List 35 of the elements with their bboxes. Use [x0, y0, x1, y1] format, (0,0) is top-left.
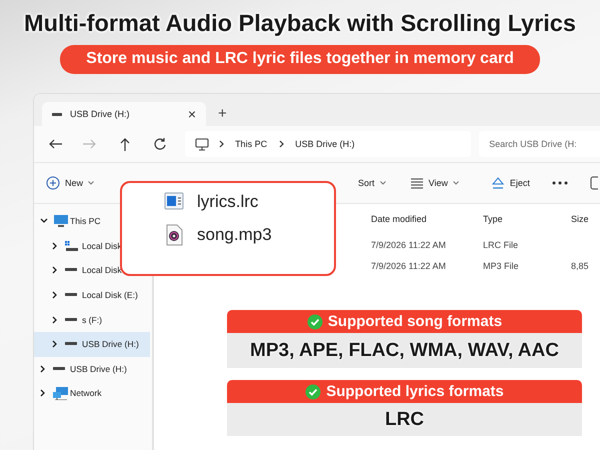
sidebar-item[interactable]: Local Disk (E:)	[34, 282, 140, 308]
sort-button[interactable]: Sort	[352, 174, 392, 192]
sidebar-item[interactable]: USB Drive (H:)	[34, 356, 129, 382]
format-heading: Supported song formats	[328, 313, 502, 330]
close-tab-button[interactable]: ×	[188, 106, 196, 122]
address-bar[interactable]: This PC USB Drive (H:)	[185, 131, 472, 157]
table-cell-text: MP3 File	[483, 260, 520, 270]
breadcrumb[interactable]: This PC	[235, 139, 268, 149]
table-cell-text: LRC File	[483, 240, 520, 250]
breadcrumb[interactable]: USB Drive (H:)	[295, 139, 355, 149]
table-cell-text: 8,85	[571, 260, 590, 270]
sidebar-item[interactable]: This PC	[34, 209, 119, 234]
view-button[interactable]: View	[404, 172, 465, 194]
search-field[interactable]: Search USB Drive (H:	[479, 131, 600, 157]
new-tab-button[interactable]: +	[218, 105, 227, 122]
column-header[interactable]: Type	[483, 214, 571, 224]
sidebar-item[interactable]: Network	[34, 381, 119, 406]
column-header[interactable]: Size	[571, 214, 600, 224]
sidebar-item[interactable]: USB Drive (H:)	[34, 332, 150, 357]
new-button[interactable]: New	[40, 172, 100, 194]
format-list: LRC	[227, 403, 582, 436]
table-cell-text: 7/9/2026 11:22 AM	[371, 260, 447, 270]
sidebar-item[interactable]: s (F:)	[34, 307, 119, 332]
table-cell-text: 7/9/2026 11:22 AM	[371, 240, 447, 250]
sidebar-item[interactable]: Local Disk	[34, 258, 124, 283]
tab[interactable]: USB Drive (H:) ×	[42, 102, 206, 126]
eject-button[interactable]: Eject	[484, 172, 536, 194]
column-header[interactable]: Date modified	[371, 214, 483, 224]
format-heading: Supported lyrics formats	[326, 383, 504, 400]
file-name[interactable]: song.mp3	[197, 225, 272, 245]
subtitle-banner: Store music and LRC lyric files together in memory card	[60, 45, 540, 74]
tab-label: USB Drive (H:)	[70, 109, 131, 119]
format-list: MP3, APE, FLAC, WMA, WAV, AAC	[227, 333, 582, 368]
headline: Multi-format Audio Playback with Scrolling Lyrics	[24, 10, 576, 37]
file-name[interactable]: lyrics.lrc	[197, 192, 258, 212]
